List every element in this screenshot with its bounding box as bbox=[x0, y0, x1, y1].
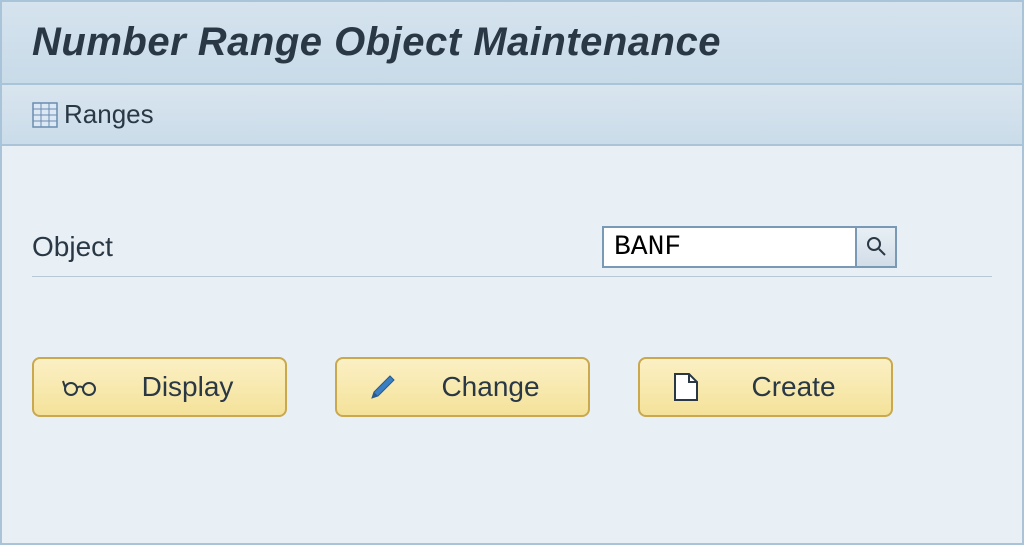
create-label: Create bbox=[724, 371, 863, 403]
object-input[interactable] bbox=[602, 226, 857, 268]
page-title: Number Range Object Maintenance bbox=[32, 20, 992, 65]
glasses-icon bbox=[62, 377, 98, 397]
action-buttons-row: Display Change Create bbox=[32, 357, 992, 417]
change-button[interactable]: Change bbox=[335, 357, 590, 417]
object-field-row: Object bbox=[32, 226, 992, 277]
display-label: Display bbox=[118, 371, 257, 403]
ranges-icon bbox=[32, 102, 58, 128]
change-label: Change bbox=[421, 371, 560, 403]
create-button[interactable]: Create bbox=[638, 357, 893, 417]
search-icon bbox=[865, 235, 887, 260]
toolbar: Ranges bbox=[2, 85, 1022, 146]
title-bar: Number Range Object Maintenance bbox=[2, 2, 1022, 85]
ranges-label[interactable]: Ranges bbox=[64, 99, 154, 130]
pencil-icon bbox=[365, 372, 401, 402]
document-icon bbox=[668, 372, 704, 402]
object-label: Object bbox=[32, 231, 602, 263]
content-area: Object bbox=[2, 146, 1022, 457]
object-search-button[interactable] bbox=[857, 226, 897, 268]
window-frame: Number Range Object Maintenance Ranges O… bbox=[0, 0, 1024, 545]
display-button[interactable]: Display bbox=[32, 357, 287, 417]
